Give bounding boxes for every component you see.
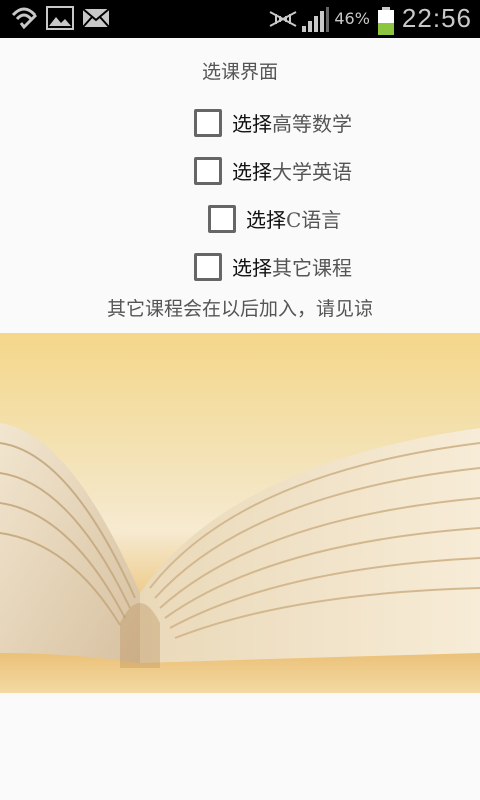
option-course: 大学英语 bbox=[272, 160, 352, 184]
wifi-check-icon bbox=[10, 5, 38, 31]
note-text: 其它课程会在以后加入，请见谅 bbox=[106, 298, 373, 320]
signal-icon bbox=[300, 6, 330, 32]
option-prefix: 选择 bbox=[246, 208, 286, 232]
option-prefix: 选择 bbox=[232, 160, 272, 184]
checkbox-option-other[interactable]: 选择 其它课程 bbox=[194, 252, 352, 281]
checkbox[interactable] bbox=[208, 204, 236, 233]
silent-mode-icon bbox=[266, 6, 297, 32]
option-prefix: 选择 bbox=[232, 112, 272, 136]
option-course: 高等数学 bbox=[272, 112, 352, 136]
checkbox-option-c-language[interactable]: 选择 C语言 bbox=[208, 204, 341, 233]
option-course: C语言 bbox=[286, 208, 342, 232]
clock: 22:56 bbox=[401, 3, 472, 33]
option-prefix: 选择 bbox=[232, 256, 272, 280]
battery-icon bbox=[376, 6, 396, 35]
mail-icon bbox=[82, 5, 110, 31]
status-bar: 46% 22:56 bbox=[0, 0, 480, 38]
checkbox-option-math[interactable]: 选择 高等数学 bbox=[194, 108, 352, 137]
image-icon bbox=[46, 5, 74, 31]
checkbox[interactable] bbox=[194, 252, 222, 281]
checkbox-option-english[interactable]: 选择 大学英语 bbox=[194, 156, 352, 185]
page-title: 选课界面 bbox=[201, 61, 278, 83]
checkbox[interactable] bbox=[194, 156, 222, 185]
option-course: 其它课程 bbox=[272, 256, 352, 280]
book-image bbox=[0, 333, 480, 693]
battery-percent: 46% bbox=[334, 9, 370, 28]
checkbox[interactable] bbox=[194, 108, 222, 137]
